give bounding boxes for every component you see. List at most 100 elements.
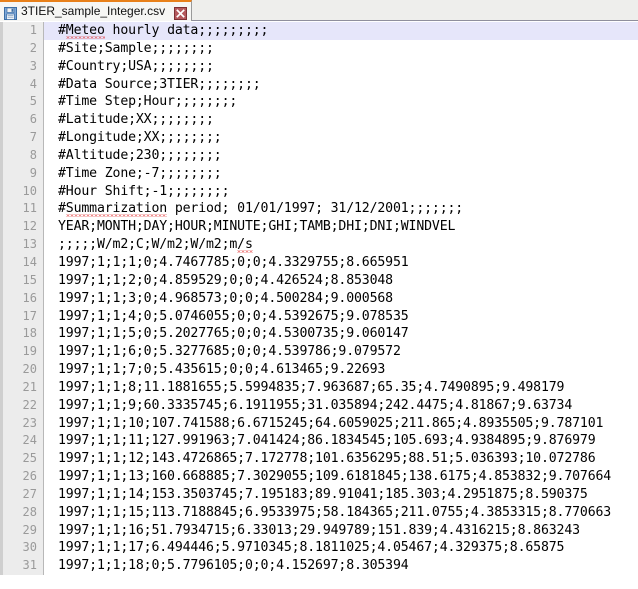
line-number: 6 — [0, 111, 44, 130]
code-line-text: #Latitude;XX;;;;;;;; — [58, 112, 214, 128]
code-line[interactable]: 7 #Longitude;XX;;;;;;;; — [0, 129, 638, 147]
code-line-text: 1997;1;1;17;6.494446;5.9710345;8.1811025… — [58, 540, 565, 556]
line-number: 28 — [0, 503, 44, 522]
code-line[interactable]: 1 #Meteo hourly data;;;;;;;;; — [0, 22, 638, 40]
spellcheck-underline: /s — [237, 237, 253, 253]
code-editor-pane[interactable]: 1 #Meteo hourly data;;;;;;;;; 2 #Site;Sampl… — [0, 22, 638, 589]
code-line-text: 1997;1;1;1;0;4.7467785;0;0;4.3329755;8.6… — [58, 254, 409, 270]
floppy-disk-icon — [4, 5, 17, 20]
line-number: 4 — [0, 75, 44, 94]
line-number: 14 — [0, 253, 44, 272]
code-line[interactable]: 3 #Country;USA;;;;;;;; — [0, 57, 638, 76]
code-line-text: 1997;1;1;18;0;5.7796105;0;0;4.152697;8.3… — [58, 558, 409, 574]
text-editor-window: 3TIER_sample_Integer.csv 1 #Meteo hourly … — [0, 0, 638, 589]
code-line[interactable]: 24 1997;1;1;11;127.991963;7.041424;86.183… — [0, 432, 638, 451]
line-number: 26 — [0, 468, 44, 486]
code-line[interactable]: 15 1997;1;1;2;0;4.859529;0;0;4.426524;8.8… — [0, 271, 638, 290]
code-line[interactable]: 17 1997;1;1;4;0;5.0746055;0;0;4.5392675;9… — [0, 307, 638, 326]
code-line[interactable]: 19 1997;1;1;6;0;5.3277685;0;0;4.539786;9.… — [0, 343, 638, 362]
code-line[interactable]: 22 1997;1;1;9;60.3335745;6.1911955;31.035… — [0, 396, 638, 415]
code-line-text: 1997;1;1;9;60.3335745;6.1911955;31.03589… — [58, 397, 573, 413]
code-line-text: 1997;1;1;13;160.668885;7.3029055;109.618… — [58, 469, 612, 485]
code-line[interactable]: 5 #Time Step;Hour;;;;;;;; — [0, 93, 638, 112]
code-line-text: #Summarization period; 01/01/1997; 31/12… — [58, 201, 464, 217]
code-line-text: 1997;1;1;2;0;4.859529;0;0;4.426524;8.853… — [58, 272, 393, 288]
line-number: 27 — [0, 485, 44, 504]
code-line[interactable]: 26 1997;1;1;13;160.668885;7.3029055;109.6… — [0, 468, 638, 486]
code-line[interactable]: 13 ;;;;;W/m2;C;W/m2;W/m2;m/s — [0, 236, 638, 254]
code-line[interactable]: 28 1997;1;1;15;113.7188845;6.9533975;58.1… — [0, 503, 638, 522]
code-line[interactable]: 23 1997;1;1;10;107.741588;6.6715245;64.60… — [0, 414, 638, 433]
line-number: 25 — [0, 450, 44, 469]
code-line-text: 1997;1;1;14;153.3503745;7.195183;89.9104… — [58, 486, 588, 502]
line-number: 30 — [0, 539, 44, 558]
spellcheck-underline: Summarization — [65, 201, 168, 217]
code-line-text: #Country;USA;;;;;;;; — [58, 58, 214, 74]
line-number: 20 — [0, 361, 44, 379]
line-number: 2 — [0, 39, 44, 58]
code-line-text: #Time Zone;-7;;;;;;;; — [58, 165, 222, 181]
code-line-text: #Altitude;230;;;;;;;; — [58, 147, 222, 163]
code-line-text: 1997;1;1;7;0;5.435615;0;0;4.613465;9.226… — [58, 362, 386, 378]
code-line[interactable]: 21 1997;1;1;8;11.1881655;5.5994835;7.9636… — [0, 378, 638, 397]
code-line-text: 1997;1;1;8;11.1881655;5.5994835;7.963687… — [58, 379, 565, 395]
code-line-text: 1997;1;1;16;51.7934715;6.33013;29.949789… — [58, 522, 580, 538]
code-line-text: 1997;1;1;15;113.7188845;6.9533975;58.184… — [58, 504, 612, 520]
line-number: 11 — [0, 200, 44, 219]
code-line-text: 1997;1;1;10;107.741588;6.6715245;64.6059… — [58, 415, 604, 431]
tab-3tier-sample-integer-csv[interactable]: 3TIER_sample_Integer.csv — [0, 0, 193, 21]
code-line[interactable]: 25 1997;1;1;12;143.4726865;7.172778;101.6… — [0, 450, 638, 469]
code-line-text: #Data Source;3TIER;;;;;;;; — [58, 76, 261, 92]
line-number: 13 — [0, 236, 44, 254]
code-line-text: 1997;1;1;12;143.4726865;7.172778;101.635… — [58, 451, 596, 467]
line-number: 24 — [0, 432, 44, 451]
code-line-text: #Hour Shift;-1;;;;;;;; — [58, 183, 230, 199]
code-line[interactable]: 30 1997;1;1;17;6.494446;5.9710345;8.18110… — [0, 539, 638, 558]
code-line[interactable]: 8 #Altitude;230;;;;;;;; — [0, 146, 638, 165]
close-x-icon[interactable] — [174, 5, 188, 20]
code-line-text: #Longitude;XX;;;;;;;; — [58, 130, 222, 146]
code-line[interactable]: 2 #Site;Sample;;;;;;;; — [0, 39, 638, 58]
code-line[interactable]: 11 #Summarization period; 01/01/1997; 31/… — [0, 200, 638, 219]
line-number: 22 — [0, 396, 44, 415]
code-line-text: 1997;1;1;5;0;5.2027765;0;0;4.5300735;9.0… — [58, 326, 409, 342]
line-number: 7 — [0, 129, 44, 147]
code-line-text: 1997;1;1;4;0;5.0746055;0;0;4.5392675;9.0… — [58, 308, 409, 324]
code-line[interactable]: 27 1997;1;1;14;153.3503745;7.195183;89.91… — [0, 485, 638, 504]
code-line[interactable]: 9 #Time Zone;-7;;;;;;;; — [0, 164, 638, 183]
code-line[interactable]: 6 #Latitude;XX;;;;;;;; — [0, 111, 638, 130]
code-lines-container: 1 #Meteo hourly data;;;;;;;;; 2 #Site;Sampl… — [0, 22, 638, 576]
line-number: 12 — [0, 218, 44, 237]
code-line[interactable]: 4 #Data Source;3TIER;;;;;;;; — [0, 75, 638, 94]
code-line[interactable]: 12 YEAR;MONTH;DAY;HOUR;MINUTE;GHI;TAMB;DH… — [0, 218, 638, 237]
line-number: 15 — [0, 271, 44, 290]
code-line-text: 1997;1;1;6;0;5.3277685;0;0;4.539786;9.07… — [58, 344, 401, 360]
line-number: 21 — [0, 378, 44, 397]
code-line[interactable]: 10 #Hour Shift;-1;;;;;;;; — [0, 182, 638, 201]
line-number: 29 — [0, 521, 44, 540]
code-line[interactable]: 18 1997;1;1;5;0;5.2027765;0;0;4.5300735;9… — [0, 325, 638, 344]
line-number: 16 — [0, 289, 44, 308]
line-number: 23 — [0, 414, 44, 433]
tab-bar: 3TIER_sample_Integer.csv — [0, 0, 638, 21]
code-line-text: #Time Step;Hour;;;;;;;; — [58, 94, 238, 110]
line-number: 5 — [0, 93, 44, 112]
code-line[interactable]: 31 1997;1;1;18;0;5.7796105;0;0;4.152697;8… — [0, 557, 638, 576]
code-line[interactable]: 20 1997;1;1;7;0;5.435615;0;0;4.613465;9.2… — [0, 361, 638, 379]
line-number: 8 — [0, 146, 44, 165]
line-number: 3 — [0, 57, 44, 76]
line-number: 10 — [0, 182, 44, 201]
code-line-text: #Site;Sample;;;;;;;; — [58, 40, 214, 56]
code-line-text: ;;;;;W/m2;C;W/m2;W/m2;m/s — [58, 237, 253, 253]
code-line[interactable]: 16 1997;1;1;3;0;4.968573;0;0;4.500284;9.0… — [0, 289, 638, 308]
tab-filename-label: 3TIER_sample_Integer.csv — [21, 4, 166, 18]
code-line[interactable]: 29 1997;1;1;16;51.7934715;6.33013;29.9497… — [0, 521, 638, 540]
line-number: 17 — [0, 307, 44, 326]
code-line[interactable]: 14 1997;1;1;1;0;4.7467785;0;0;4.3329755;8… — [0, 253, 638, 272]
code-line-text: 1997;1;1;3;0;4.968573;0;0;4.500284;9.000… — [58, 290, 393, 306]
code-line-text: 1997;1;1;11;127.991963;7.041424;86.18345… — [58, 433, 596, 449]
line-number: 19 — [0, 343, 44, 362]
code-line-text: #Meteo hourly data;;;;;;;;; — [58, 23, 269, 38]
code-line-text: YEAR;MONTH;DAY;HOUR;MINUTE;GHI;TAMB;DHI;… — [58, 219, 456, 235]
spellcheck-underline: Meteo — [65, 23, 105, 38]
